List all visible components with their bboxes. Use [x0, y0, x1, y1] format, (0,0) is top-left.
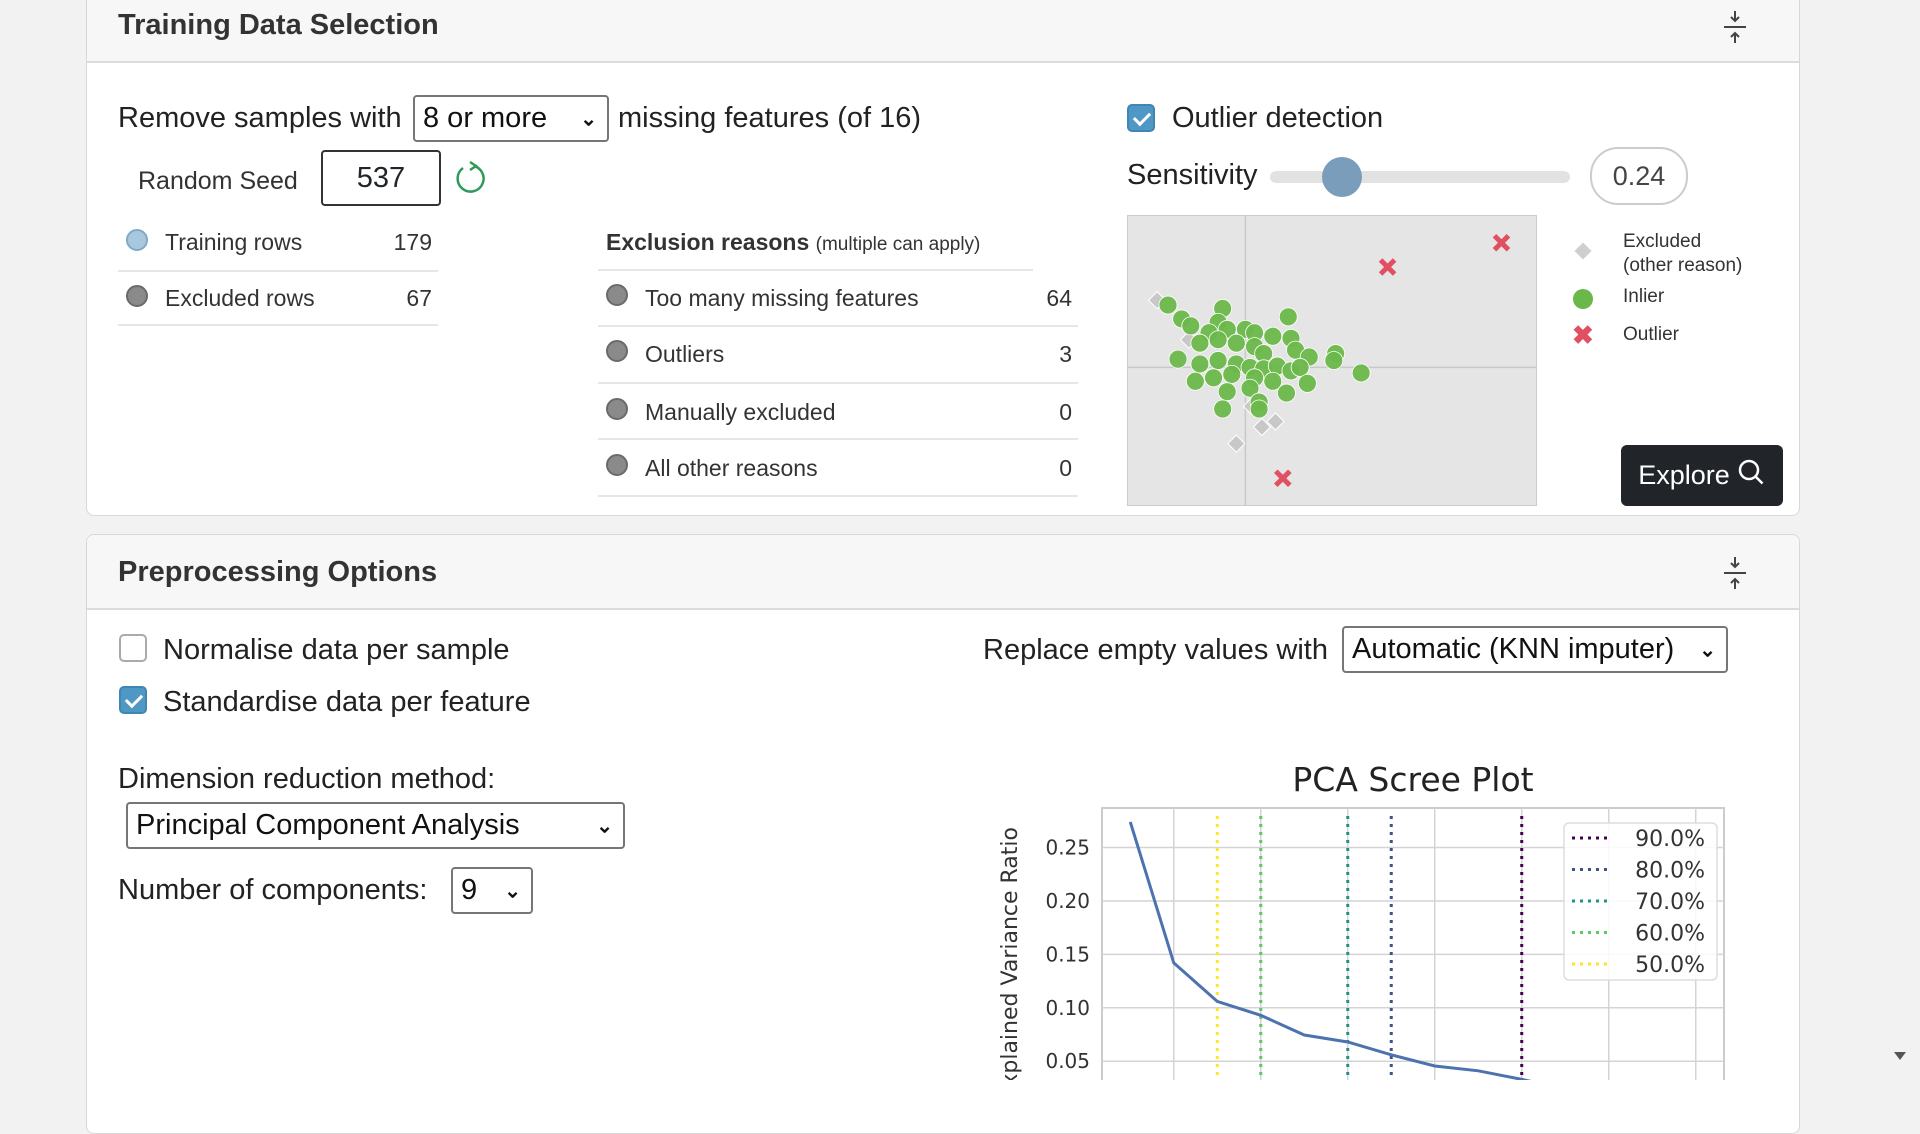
y-tick-label: 0.20	[1045, 889, 1090, 913]
y-tick-label: 0.05	[1045, 1049, 1090, 1073]
chart-title: PCA Scree Plot	[1292, 760, 1533, 799]
legend-label: 50.0%	[1635, 953, 1705, 978]
y-axis-label: Explained Variance Ratio	[998, 827, 1023, 1080]
y-tick-label: 0.15	[1045, 942, 1090, 966]
legend-label: 80.0%	[1635, 859, 1705, 884]
pca-scree-plot: 0.05 0.10 0.15 0.20 0.25 PCA Scree Plot Explai…	[0, 0, 1920, 1080]
y-tick-label: 0.10	[1045, 996, 1090, 1020]
legend-label: 70.0%	[1635, 890, 1705, 915]
legend-label: 90.0%	[1635, 827, 1705, 852]
scroll-down-arrow[interactable]	[1894, 1052, 1906, 1060]
legend-label: 60.0%	[1635, 922, 1705, 947]
y-tick-label: 0.25	[1045, 836, 1090, 860]
